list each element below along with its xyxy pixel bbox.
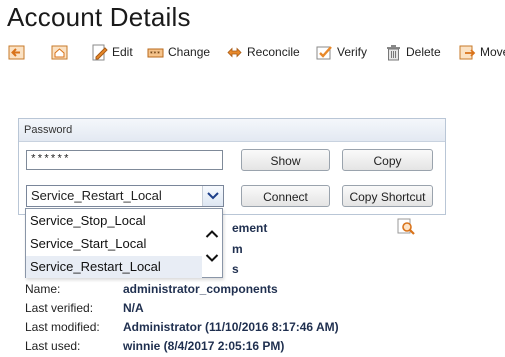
partial-value: s: [232, 262, 239, 276]
reconcile-icon: [226, 44, 243, 61]
move-icon: [459, 44, 476, 61]
verify-button[interactable]: Verify: [316, 41, 367, 63]
back-arrow-icon: [8, 44, 25, 61]
detail-value: winnie (8/4/2017 2:05:16 PM): [123, 339, 285, 353]
search-icon[interactable]: [397, 218, 415, 236]
verify-label: Verify: [337, 45, 368, 59]
partial-value: ement: [232, 221, 268, 235]
change-icon: ***: [147, 44, 164, 61]
edit-label: Edit: [112, 45, 133, 59]
edit-icon: [91, 44, 108, 61]
change-button[interactable]: *** Change: [147, 41, 210, 63]
home-button[interactable]: [51, 41, 72, 63]
trash-icon: [385, 44, 402, 61]
option-service-start-local[interactable]: Service_Start_Local: [26, 233, 202, 255]
page-title: Account Details: [7, 2, 191, 32]
show-button[interactable]: Show: [241, 149, 330, 171]
verify-icon: [316, 44, 333, 61]
svg-text:***: ***: [150, 50, 161, 57]
home-icon: [51, 44, 68, 61]
password-panel: Password ****** Show Copy Service_Restar…: [18, 118, 446, 215]
reconcile-button[interactable]: Reconcile: [226, 41, 300, 63]
detail-label: Last verified:: [25, 301, 94, 315]
change-label: Change: [168, 45, 211, 59]
chevron-down-icon[interactable]: [205, 250, 219, 262]
password-panel-header: Password: [19, 119, 445, 142]
toolbar: Edit *** Change Reconcile Verify Delete …: [8, 41, 505, 63]
connect-button[interactable]: Connect: [241, 185, 330, 207]
delete-button[interactable]: Delete: [385, 41, 441, 63]
detail-label: Last used:: [25, 339, 81, 353]
selected-option: Service_Restart_Local: [31, 188, 162, 203]
options-dropdown: Service_Stop_Local Service_Start_Local S…: [25, 208, 223, 278]
reconcile-label: Reconcile: [247, 45, 300, 59]
move-button[interactable]: Move: [459, 41, 505, 63]
partial-value: m: [232, 242, 243, 256]
delete-label: Delete: [406, 45, 441, 59]
move-label: Move: [480, 45, 505, 59]
copy-button[interactable]: Copy: [342, 149, 433, 171]
chevron-up-icon[interactable]: [205, 226, 219, 238]
edit-button[interactable]: Edit: [91, 41, 133, 63]
detail-value: Administrator (11/10/2016 8:17:46 AM): [123, 320, 339, 334]
copy-shortcut-button[interactable]: Copy Shortcut: [342, 185, 433, 207]
detail-value: N/A: [123, 301, 144, 315]
detail-label: Name:: [25, 282, 61, 296]
detail-value: administrator_components: [123, 282, 278, 296]
connection-component-select[interactable]: Service_Restart_Local: [26, 185, 224, 207]
dropdown-scrollbar[interactable]: [202, 209, 222, 277]
option-service-stop-local[interactable]: Service_Stop_Local: [26, 210, 202, 232]
chevron-down-icon[interactable]: [202, 186, 223, 206]
option-service-restart-local[interactable]: Service_Restart_Local: [26, 256, 202, 278]
password-field[interactable]: ******: [26, 150, 223, 170]
back-button[interactable]: [8, 41, 29, 63]
detail-label: Last modified:: [25, 320, 100, 334]
